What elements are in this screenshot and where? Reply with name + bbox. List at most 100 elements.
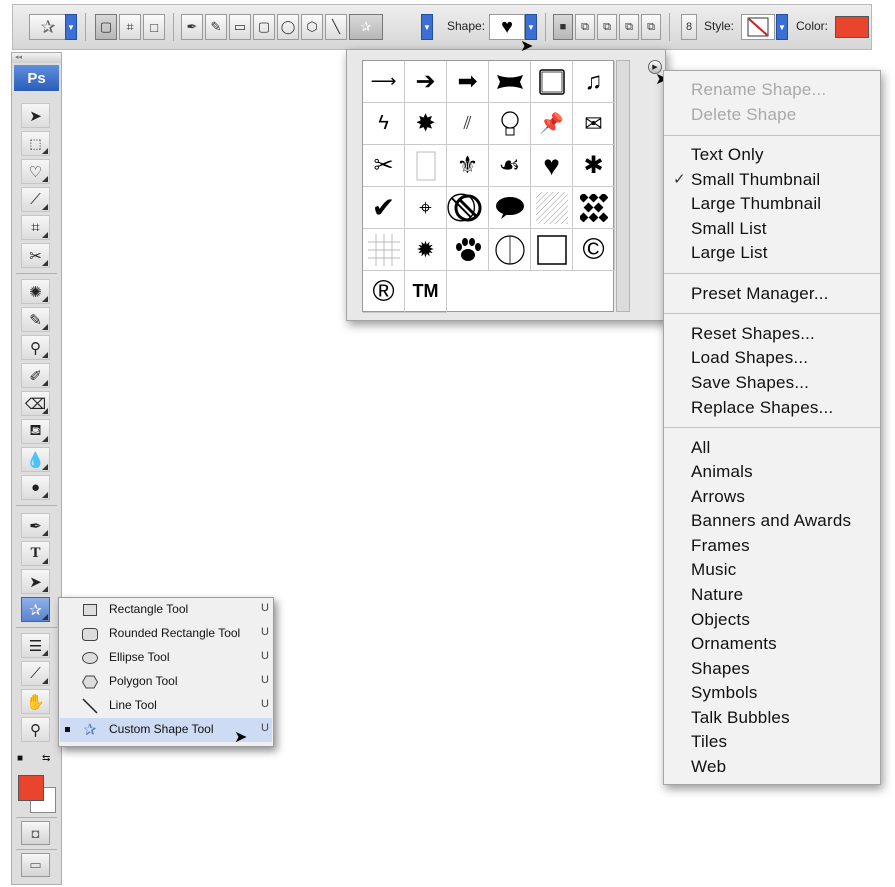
menu-item-talk-bubbles[interactable]: Talk Bubbles: [691, 708, 790, 728]
fleur-de-lis-shape[interactable]: ⚜: [447, 145, 489, 187]
shape-layers-button[interactable]: ▢: [95, 14, 117, 40]
dodge-tool[interactable]: ●: [21, 475, 50, 500]
envelope-shape[interactable]: ✉: [573, 103, 615, 145]
crop-tool[interactable]: ⌗: [21, 215, 50, 240]
menu-item-small-list[interactable]: Small List: [691, 219, 767, 239]
notes-tool[interactable]: ☰: [21, 633, 50, 658]
checkerboard-shape[interactable]: [573, 187, 615, 229]
quick-mask-button[interactable]: ◘: [21, 821, 50, 845]
frame-shape[interactable]: [531, 61, 573, 103]
pen-tool-button[interactable]: ✒: [181, 14, 203, 40]
type-tool[interactable]: T: [21, 541, 50, 566]
menu-item-symbols[interactable]: Symbols: [691, 683, 758, 703]
intersect-shape-areas-button[interactable]: ⧉: [619, 14, 639, 40]
screen-mode-button[interactable]: ▭: [21, 853, 50, 877]
flyout-item-rounded-rectangle-tool[interactable]: Rounded Rectangle Tool U: [60, 622, 272, 646]
puzzle-blob-shape[interactable]: ☙: [489, 145, 531, 187]
light-bulb-shape[interactable]: [489, 103, 531, 145]
rectangle-button[interactable]: ▭: [229, 14, 251, 40]
menu-item-large-thumbnail[interactable]: Large Thumbnail: [691, 194, 821, 214]
menu-item-frames[interactable]: Frames: [691, 536, 750, 556]
target-shape[interactable]: ⌖: [405, 187, 447, 229]
paint-bucket-tool[interactable]: ⛾: [21, 419, 50, 444]
eraser-tool[interactable]: ⌫: [21, 391, 50, 416]
photoshop-logo[interactable]: Ps: [14, 65, 59, 91]
fill-pixels-button[interactable]: □: [143, 14, 165, 40]
menu-item-preset-manager[interactable]: Preset Manager...: [691, 284, 829, 304]
history-brush-tool[interactable]: ✐: [21, 363, 50, 388]
grid-shape[interactable]: [363, 229, 405, 271]
no-symbol-shape[interactable]: ⃠: [447, 187, 489, 229]
music-note-shape[interactable]: ♫: [573, 61, 615, 103]
menu-item-replace-shapes[interactable]: Replace Shapes...: [691, 398, 833, 418]
menu-item-load-shapes[interactable]: Load Shapes...: [691, 348, 808, 368]
default-colors-icon[interactable]: ■: [17, 753, 23, 764]
menu-item-small-thumbnail[interactable]: Small Thumbnail: [691, 170, 820, 190]
lasso-tool[interactable]: ♡: [21, 159, 50, 184]
diagonal-lines-shape[interactable]: [531, 187, 573, 229]
blur-tool[interactable]: 💧: [21, 447, 50, 472]
menu-item-web[interactable]: Web: [691, 757, 726, 777]
brush-tool[interactable]: ✎: [21, 307, 50, 332]
flyout-item-line-tool[interactable]: Line Tool U: [60, 694, 272, 718]
star-burst-small-shape[interactable]: ✹: [405, 229, 447, 271]
hand-tool[interactable]: ✋: [21, 689, 50, 714]
lightning-shape[interactable]: ϟ: [363, 103, 405, 145]
geometry-options-dropdown[interactable]: ▼: [421, 14, 433, 40]
banner-shape[interactable]: [489, 61, 531, 103]
add-to-shape-area-button[interactable]: ⧉: [575, 14, 595, 40]
zoom-tool[interactable]: ⚲: [21, 717, 50, 742]
half-circle-shape[interactable]: [489, 229, 531, 271]
menu-item-all[interactable]: All: [691, 438, 711, 458]
menu-item-ornaments[interactable]: Ornaments: [691, 634, 777, 654]
menu-item-large-list[interactable]: Large List: [691, 243, 768, 263]
menu-item-shapes[interactable]: Shapes: [691, 659, 750, 679]
flyout-item-polygon-tool[interactable]: Polygon Tool U: [60, 670, 272, 694]
tool-preset-picker[interactable]: ✰: [29, 14, 67, 40]
menu-item-delete-shape[interactable]: Delete Shape: [691, 105, 796, 125]
registered-shape[interactable]: ®: [363, 271, 405, 313]
grass-shape[interactable]: ⫽: [447, 103, 489, 145]
slice-tool[interactable]: ✂: [21, 243, 50, 268]
menu-item-animals[interactable]: Animals: [691, 462, 753, 482]
heart-shape[interactable]: ♥: [531, 145, 573, 187]
healing-brush-tool[interactable]: ✺: [21, 279, 50, 304]
eyedropper-tool[interactable]: ⟋: [21, 661, 50, 686]
style-picker-button[interactable]: [741, 14, 775, 40]
menu-item-music[interactable]: Music: [691, 560, 736, 580]
pen-tool[interactable]: ✒: [21, 513, 50, 538]
freeform-pen-button[interactable]: ✎: [205, 14, 227, 40]
blank-page-shape[interactable]: [405, 145, 447, 187]
style-dropdown[interactable]: ▼: [776, 14, 788, 40]
checkmark-shape[interactable]: ✔: [363, 187, 405, 229]
menu-item-tiles[interactable]: Tiles: [691, 732, 727, 752]
copyright-shape[interactable]: ©: [573, 229, 615, 271]
custom-shape-button[interactable]: ✰: [349, 14, 383, 40]
paths-button[interactable]: ⌗: [119, 14, 141, 40]
link-style-button[interactable]: 8: [681, 14, 697, 40]
paw-print-shape[interactable]: [447, 229, 489, 271]
create-new-shape-layer-button[interactable]: ■: [553, 14, 573, 40]
menu-item-objects[interactable]: Objects: [691, 610, 750, 630]
splat-shape[interactable]: ✱: [573, 145, 615, 187]
marquee-tool[interactable]: ⬚: [21, 131, 50, 156]
menu-item-rename-shape[interactable]: Rename Shape...: [691, 80, 826, 100]
thumbtack-shape[interactable]: 📌: [531, 103, 573, 145]
swap-colors-icon[interactable]: ⇆: [42, 753, 50, 764]
picker-scrollbar[interactable]: [616, 60, 630, 312]
magic-wand-tool[interactable]: ⟋: [21, 187, 50, 212]
move-tool[interactable]: ➤: [21, 103, 50, 128]
path-selection-tool[interactable]: ➤: [21, 569, 50, 594]
tool-preset-dropdown[interactable]: ▼: [65, 14, 77, 40]
subtract-shape-area-button[interactable]: ⧉: [597, 14, 617, 40]
flyout-item-ellipse-tool[interactable]: Ellipse Tool U: [60, 646, 272, 670]
arrow-medium-shape[interactable]: ➔: [405, 61, 447, 103]
color-swatch[interactable]: [835, 16, 869, 38]
menu-item-reset-shapes[interactable]: Reset Shapes...: [691, 324, 815, 344]
scissors-shape[interactable]: ✂: [363, 145, 405, 187]
square-frame-shape[interactable]: [531, 229, 573, 271]
arrow-thin-shape[interactable]: ⟶: [363, 61, 405, 103]
rounded-rectangle-button[interactable]: ▢: [253, 14, 275, 40]
menu-item-nature[interactable]: Nature: [691, 585, 743, 605]
menu-item-save-shapes[interactable]: Save Shapes...: [691, 373, 809, 393]
